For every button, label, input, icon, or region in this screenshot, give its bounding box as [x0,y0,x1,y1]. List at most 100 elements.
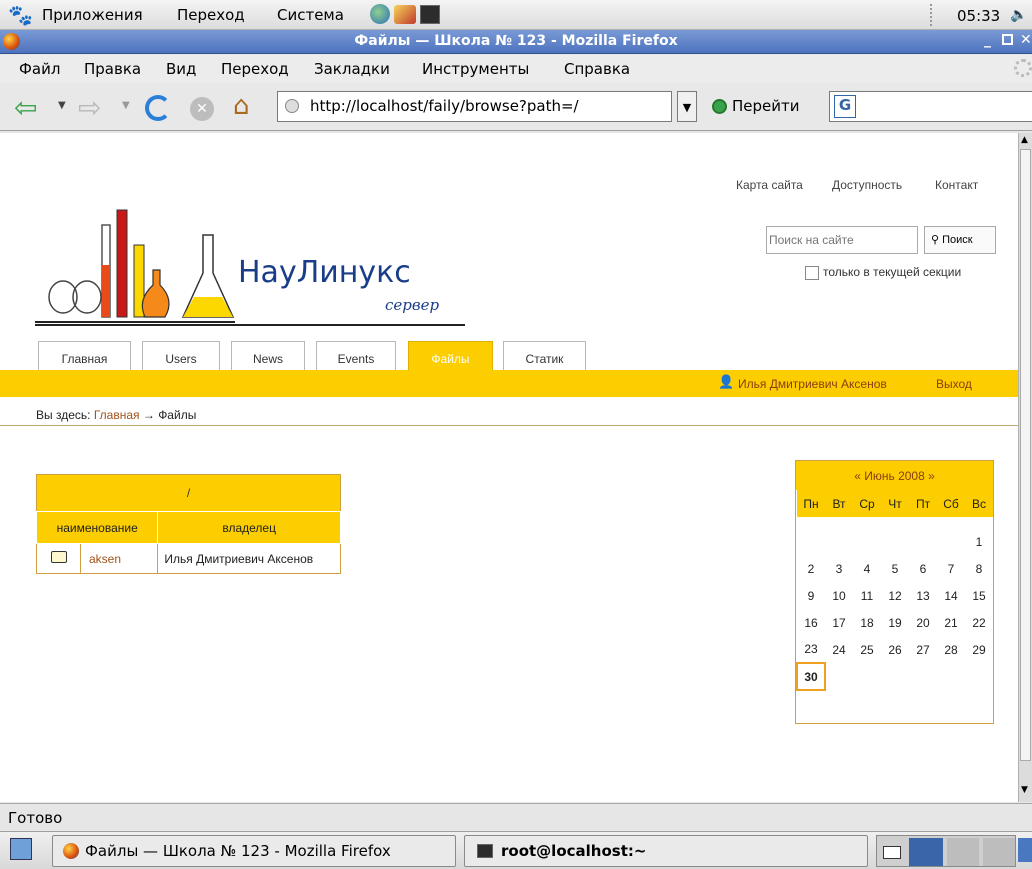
current-section-checkbox[interactable] [805,266,819,280]
calendar-day: 15 [972,588,986,603]
scroll-down-icon[interactable]: ▼ [1021,785,1028,795]
menu-bookmarks[interactable]: Закладки [314,60,390,78]
panel-menu-places[interactable]: Переход [177,6,245,24]
site-identity-icon[interactable] [285,99,299,113]
tab-events[interactable]: Events [316,341,396,371]
menu-tools[interactable]: Инструменты [422,60,529,78]
vertical-scrollbar[interactable]: ▲ ▼ [1018,133,1032,802]
scrollbar-thumb[interactable] [1020,149,1031,761]
calendar-day: 25 [860,642,874,657]
status-text: Готово [8,809,63,827]
workspace-1[interactable] [883,846,901,859]
calendar-day: 10 [832,588,846,603]
file-name-link[interactable]: aksen [80,543,159,574]
calendar-header[interactable]: « Июнь 2008 » [796,461,993,490]
gnome-foot-icon[interactable]: 🐾 [8,3,33,27]
current-section-label: только в текущей секции [823,265,962,279]
calendar-day: 1 [975,534,983,549]
tab-files[interactable]: Файлы [408,341,493,371]
tab-users[interactable]: Users [142,341,220,371]
calendar-day: 12 [888,588,902,603]
minimize-icon[interactable]: _ [984,32,991,48]
files-table-path: / [186,486,191,500]
site-logo-text[interactable]: НауЛинукс [238,255,411,290]
clock[interactable]: 05:33 [957,7,1000,25]
contact-link[interactable]: Контакт [935,178,978,192]
close-icon[interactable]: ✕ [1020,32,1032,48]
menu-go[interactable]: Переход [221,60,289,78]
forward-icon[interactable]: ⇨ [78,91,101,124]
panel-menu-system[interactable]: Система [277,6,344,24]
volume-icon[interactable]: 🔈 [1010,7,1027,23]
show-desktop-icon[interactable] [10,838,32,860]
forward-history-icon[interactable]: ▼ [122,100,130,111]
taskbar-firefox[interactable]: Файлы — Школа № 123 - Mozilla Firefox [52,835,456,867]
reload-icon[interactable] [145,95,171,121]
menu-file[interactable]: Файл [19,60,60,78]
logout-link[interactable]: Выход [936,377,972,391]
web-browser-launcher-icon[interactable] [370,4,390,24]
calendar-day [825,663,853,690]
calendar-day [797,528,825,555]
weekday: Вт [832,496,846,511]
site-logo-image[interactable] [35,195,235,330]
calendar-day: 7 [947,561,955,576]
calendar-today[interactable]: 30 [796,662,826,691]
taskbar-terminal[interactable]: root@localhost:~ [464,835,868,867]
calendar-day [965,663,993,690]
menu-help[interactable]: Справка [564,60,630,78]
address-bar-value[interactable]: http://localhost/faily/browse?path=/ [310,97,579,115]
accessibility-link[interactable]: Доступность [832,178,902,192]
terminal-icon [477,844,493,858]
menu-edit[interactable]: Правка [84,60,141,78]
search-engine-icon[interactable]: G [834,95,856,118]
scroll-up-icon[interactable]: ▲ [1021,135,1028,145]
tab-home[interactable]: Главная [38,341,131,371]
breadcrumb-divider [0,425,1018,426]
web-search-box[interactable]: G [829,91,1032,122]
workspace-switcher[interactable] [876,835,1016,867]
window-titlebar[interactable]: Файлы — Школа № 123 - Mozilla Firefox _ … [0,30,1032,54]
calendar-day [825,528,853,555]
calendar-day: 22 [972,615,986,630]
workspace-4[interactable] [983,838,1015,866]
panel-menu-applications[interactable]: Приложения [42,6,143,24]
calendar-day: 13 [916,588,930,603]
url-dropdown-icon[interactable]: ▼ [677,91,697,122]
site-search-input[interactable] [766,226,918,254]
file-owner: Илья Дмитриевич Аксенов [164,551,314,566]
tab-static[interactable]: Статик [503,341,586,371]
user-icon: 👤 [718,375,735,390]
home-icon[interactable]: ⌂ [233,91,250,121]
back-history-icon[interactable]: ▼ [58,100,66,111]
user-name-link[interactable]: Илья Дмитриевич Аксенов [738,377,887,391]
breadcrumb: Вы здесь: Главная → Файлы [36,408,196,422]
files-col-owner[interactable]: владелец [157,511,341,544]
workspace-3[interactable] [947,838,979,866]
terminal-launcher-icon[interactable] [420,5,440,24]
go-button[interactable]: Перейти [732,97,800,115]
stop-icon[interactable]: ✕ [190,97,214,121]
throbber-icon [1014,59,1032,77]
trash-icon[interactable] [1018,838,1032,862]
calendar-day [853,528,881,555]
go-icon[interactable] [712,99,727,114]
site-logo-subtext: сервер [385,296,440,314]
sitemap-link[interactable]: Карта сайта [736,178,803,192]
back-icon[interactable]: ⇦ [14,91,37,124]
taskbar-firefox-label: Файлы — Школа № 123 - Mozilla Firefox [85,842,391,860]
workspace-2-active[interactable] [909,838,943,866]
calendar-week: 30 [796,662,993,691]
mail-launcher-icon[interactable] [394,5,416,24]
maximize-icon[interactable] [1002,34,1013,45]
calendar-day: 24 [832,642,846,657]
calendar-day: 20 [916,615,930,630]
files-col-name[interactable]: наименование [35,511,159,544]
tab-news[interactable]: News [231,341,305,371]
menu-view[interactable]: Вид [166,60,196,78]
breadcrumb-home-link[interactable]: Главная [94,408,140,422]
weekday: Сб [943,496,959,511]
site-search-button[interactable]: ⚲ Поиск [924,226,996,254]
calendar-day: 21 [944,615,958,630]
calendar-week: 16 17 18 19 20 21 22 [797,609,993,636]
